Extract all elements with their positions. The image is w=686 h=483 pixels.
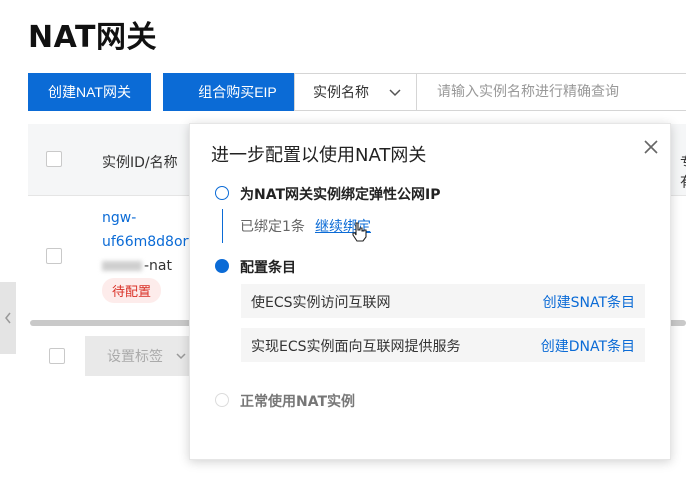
chevron-down-icon xyxy=(176,353,186,360)
set-tag-label: 设置标签 xyxy=(107,348,163,364)
popover-title: 进一步配置以使用NAT网关 xyxy=(211,145,427,166)
row-checkbox[interactable] xyxy=(46,248,62,264)
redacted-text xyxy=(102,261,142,271)
step-2-title: 配置条目 xyxy=(240,260,296,276)
step-1-title: 为NAT网关实例绑定弹性公网IP xyxy=(240,187,441,203)
hand-pointer-icon xyxy=(352,222,367,242)
dnat-entry-label: 实现ECS实例面向互联网提供服务 xyxy=(251,339,461,355)
column-header-id: 实例ID/名称 xyxy=(102,155,178,171)
column-header-vpc: 专有 xyxy=(680,152,686,192)
step-connector xyxy=(222,209,223,243)
footer-checkbox[interactable] xyxy=(49,348,65,364)
search-field-select[interactable]: 实例名称 xyxy=(294,73,417,111)
select-value: 实例名称 xyxy=(313,85,369,101)
instance-name-suffix: -nat xyxy=(144,258,172,274)
select-all-checkbox[interactable] xyxy=(46,151,62,167)
setup-guide-popover: 进一步配置以使用NAT网关 为NAT网关实例绑定弹性公网IP 已绑定1条 继续绑… xyxy=(189,123,671,460)
instance-id-link[interactable]: ngw- xyxy=(102,210,136,226)
set-tag-button[interactable]: 设置标签 xyxy=(85,336,193,376)
chevron-left-icon xyxy=(5,312,11,324)
scroll-left-button[interactable] xyxy=(0,282,16,354)
create-nat-button[interactable]: 创建NAT网关 xyxy=(28,73,151,111)
instance-id-link-2[interactable]: uf66m8d8orf xyxy=(102,234,193,250)
page-title: NAT网关 xyxy=(28,20,157,55)
step-3-title: 正常使用NAT实例 xyxy=(240,394,356,410)
step-1-indicator xyxy=(215,186,229,200)
status-badge: 待配置 xyxy=(102,278,162,303)
search-input[interactable] xyxy=(417,73,686,111)
close-icon[interactable] xyxy=(642,138,660,156)
step-2-indicator xyxy=(215,259,229,273)
create-dnat-link[interactable]: 创建DNAT条目 xyxy=(541,336,635,356)
instance-name: -nat xyxy=(102,258,172,274)
snat-entry: 使ECS实例访问互联网 创建SNAT条目 xyxy=(241,284,645,318)
create-snat-link[interactable]: 创建SNAT条目 xyxy=(543,292,635,312)
step-3-indicator xyxy=(215,393,229,407)
eip-bound-count: 已绑定1条 xyxy=(240,219,305,235)
dnat-entry: 实现ECS实例面向互联网提供服务 创建DNAT条目 xyxy=(241,328,645,362)
chevron-down-icon xyxy=(389,89,401,97)
buy-eip-button[interactable]: 组合购买EIP xyxy=(163,73,312,111)
snat-entry-label: 使ECS实例访问互联网 xyxy=(251,295,391,311)
